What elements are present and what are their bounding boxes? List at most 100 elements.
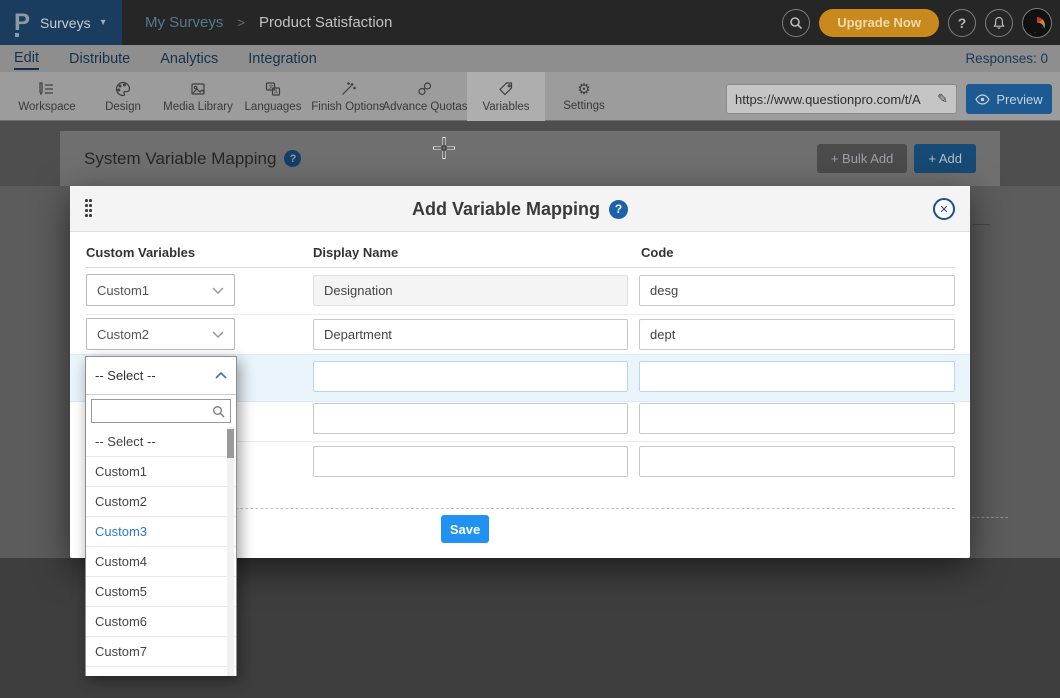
dropdown-search-box[interactable]	[91, 399, 231, 423]
chevron-up-icon	[215, 372, 227, 379]
upgrade-now-button[interactable]: Upgrade Now	[819, 9, 939, 37]
page-help-icon[interactable]: ?	[284, 150, 301, 167]
toolbar-item-settings[interactable]: ⚙ Settings	[545, 72, 623, 121]
toolbar-item-finish-options[interactable]: Finish Options	[309, 72, 387, 121]
tab-edit[interactable]: Edit	[14, 47, 39, 70]
toolbar-item-languages[interactable]: 文 A Languages	[234, 72, 312, 121]
breadcrumb-my-surveys[interactable]: My Surveys	[145, 14, 223, 31]
search-button[interactable]	[782, 9, 810, 37]
toolbar-item-design[interactable]: Design	[84, 72, 162, 121]
toolbar-label: Workspace	[18, 101, 75, 113]
chevron-down-icon	[212, 287, 224, 294]
dropdown-selected-value: -- Select --	[95, 368, 215, 383]
page-title: System Variable Mapping ?	[84, 149, 301, 169]
toolbar-label: Media Library	[163, 101, 233, 113]
preview-label: Preview	[996, 92, 1042, 107]
modal-title: Add Variable Mapping	[412, 199, 600, 220]
eye-icon	[975, 94, 990, 105]
display-name-input-row1[interactable]	[313, 275, 628, 306]
variable-select-row2[interactable]: Custom2	[86, 318, 235, 350]
user-avatar[interactable]	[1022, 8, 1052, 38]
question-icon: ?	[958, 15, 967, 31]
add-label: Add	[939, 151, 962, 166]
bulk-add-button[interactable]: + Bulk Add	[817, 144, 908, 173]
add-button[interactable]: + Add	[914, 144, 976, 173]
option-custom3-highlighted[interactable]: Custom3	[86, 517, 236, 547]
variables-tag-icon	[497, 80, 515, 98]
option-custom4[interactable]: Custom4	[86, 547, 236, 577]
advance-quotas-links-icon	[416, 80, 434, 98]
toolbar-label: Finish Options	[311, 101, 385, 113]
modal-help-icon[interactable]: ?	[609, 200, 628, 219]
column-header-code: Code	[641, 245, 674, 260]
settings-gear-icon: ⚙	[577, 82, 590, 97]
responses-count: Responses: 0	[965, 45, 1048, 72]
code-input-row5[interactable]	[639, 446, 955, 477]
tab-analytics[interactable]: Analytics	[160, 48, 218, 69]
close-icon[interactable]: ✕	[933, 198, 955, 220]
modal-title-row: Add Variable Mapping ?	[70, 186, 970, 232]
brand-label: Surveys	[40, 15, 91, 31]
code-input-row2[interactable]	[639, 319, 955, 350]
code-input-row4[interactable]	[639, 403, 955, 434]
questionpro-logo-icon: P	[14, 11, 30, 35]
column-header-display-name: Display Name	[313, 245, 398, 260]
display-name-input-row2[interactable]	[313, 319, 628, 350]
option-custom2[interactable]: Custom2	[86, 487, 236, 517]
toolbar-item-workspace[interactable]: Workspace	[8, 72, 86, 121]
option-partial[interactable]	[86, 667, 236, 676]
dropdown-option-list: -- Select -- Custom1 Custom2 Custom3 Cus…	[86, 427, 236, 676]
option-custom6[interactable]: Custom6	[86, 607, 236, 637]
tab-integration[interactable]: Integration	[248, 48, 317, 69]
page-title-text: System Variable Mapping	[84, 149, 276, 169]
code-input-row3[interactable]	[639, 361, 955, 392]
option-custom7[interactable]: Custom7	[86, 637, 236, 667]
variable-select-row1[interactable]: Custom1	[86, 274, 235, 306]
finish-options-wand-icon	[339, 80, 357, 98]
background-dashed-line	[972, 517, 1008, 518]
languages-icon: 文 A	[264, 80, 282, 98]
search-icon	[212, 405, 225, 418]
page-heading-bar: System Variable Mapping ? + Bulk Add + A…	[60, 131, 1000, 186]
toolbar-label: Variables	[482, 101, 529, 113]
tab-distribute[interactable]: Distribute	[69, 48, 130, 69]
caret-down-icon: ▾	[101, 17, 106, 28]
plus-icon: +	[831, 151, 839, 166]
survey-url-field[interactable]: https://www.questionpro.com/t/A ✎	[726, 84, 957, 114]
page-heading-actions: + Bulk Add + Add	[817, 144, 976, 173]
svg-text:文: 文	[269, 83, 274, 90]
code-input-row1[interactable]	[639, 275, 955, 306]
option-select[interactable]: -- Select --	[86, 427, 236, 457]
toolbar-label: Languages	[245, 101, 302, 113]
dropdown-search-input[interactable]	[97, 404, 212, 418]
variable-select-value: Custom2	[97, 327, 212, 342]
edit-url-pencil-icon[interactable]: ✎	[937, 91, 948, 107]
option-custom5[interactable]: Custom5	[86, 577, 236, 607]
help-button[interactable]: ?	[948, 9, 976, 37]
column-header-custom-variables: Custom Variables	[86, 245, 195, 260]
preview-button[interactable]: Preview	[966, 84, 1052, 114]
bulk-add-label: Bulk Add	[842, 151, 893, 166]
custom-variable-dropdown: -- Select -- -- Select -- Custom1 Custom…	[85, 356, 237, 676]
variable-select-value: Custom1	[97, 283, 212, 298]
notifications-button[interactable]	[985, 9, 1013, 37]
display-name-input-row4[interactable]	[313, 403, 628, 434]
topbar-actions: Upgrade Now ?	[782, 0, 1052, 45]
display-name-input-row5[interactable]	[313, 446, 628, 477]
dropdown-control[interactable]: -- Select --	[86, 357, 236, 395]
survey-url-value: https://www.questionpro.com/t/A	[735, 92, 933, 107]
toolbar-item-variables[interactable]: Variables	[467, 72, 545, 121]
media-library-icon	[189, 80, 207, 98]
app-screen: P Surveys ▾ My Surveys > Product Satisfa…	[0, 0, 1060, 698]
option-custom1[interactable]: Custom1	[86, 457, 236, 487]
workspace-icon	[38, 80, 56, 98]
toolbar-label: Design	[105, 101, 141, 113]
display-name-input-row3[interactable]	[313, 361, 628, 392]
toolbar-item-media-library[interactable]: Media Library	[159, 72, 237, 121]
dropdown-scrollbar-track[interactable]	[227, 427, 234, 676]
toolbar-item-advance-quotas[interactable]: Advance Quotas	[386, 72, 464, 121]
design-palette-icon	[114, 80, 132, 98]
save-button[interactable]: Save	[441, 515, 489, 543]
dropdown-scrollbar-thumb[interactable]	[227, 429, 234, 458]
surveys-product-switcher[interactable]: P Surveys ▾	[0, 0, 122, 45]
